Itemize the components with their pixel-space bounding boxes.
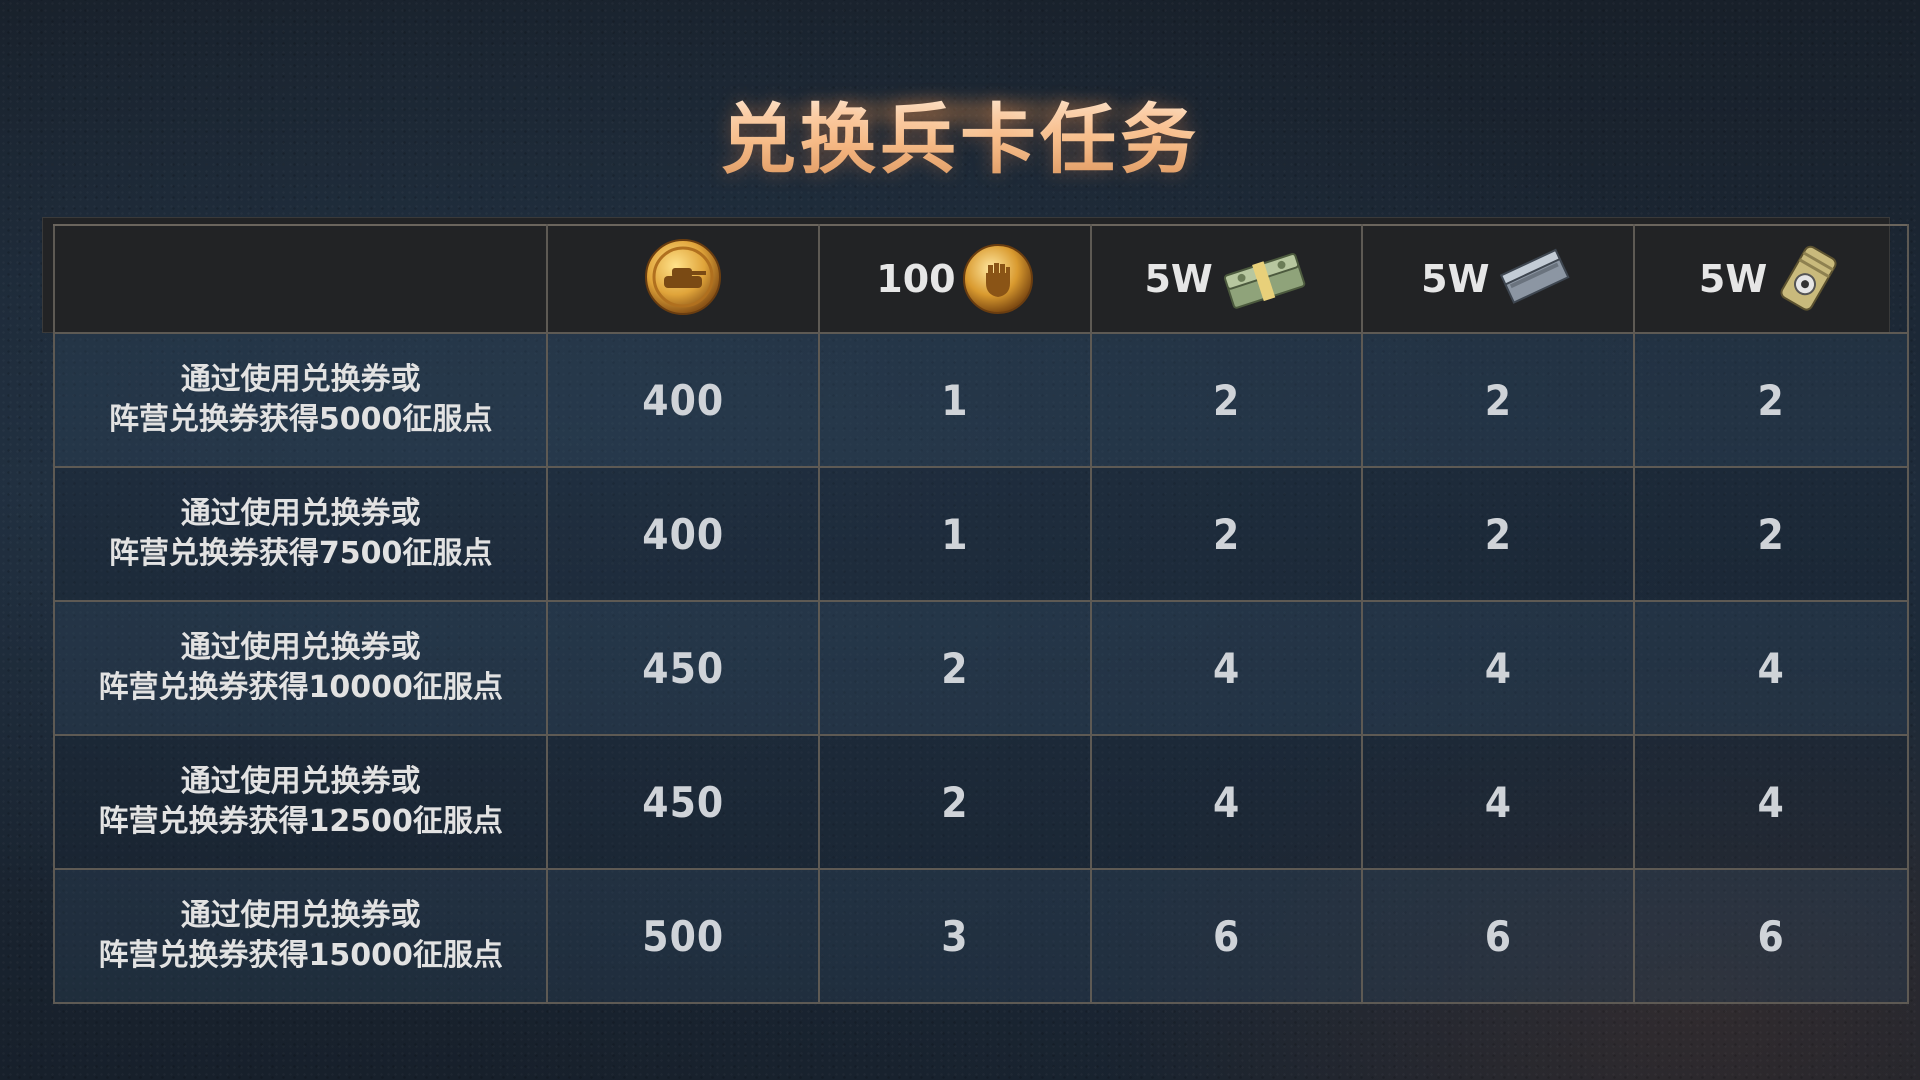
header-cell-fuel: 5W (1633, 224, 1909, 334)
page-title: 兑换兵卡任务 (0, 78, 1920, 188)
tank-coin-icon (644, 238, 722, 316)
fuel-value: 4 (1633, 600, 1909, 736)
task-description: 通过使用兑换券或阵营兑换券获得12500征服点 (52, 734, 549, 870)
task-line-1: 通过使用兑换券或 (180, 362, 421, 397)
table-header-row: 100 5W 5W 5W (52, 224, 1909, 334)
task-line-1: 通过使用兑换券或 (180, 496, 421, 531)
cash-stack-icon (1219, 244, 1309, 314)
cash-value: 4 (1089, 734, 1364, 870)
task-line-1: 通过使用兑换券或 (180, 630, 421, 665)
task-description: 通过使用兑换券或阵营兑换券获得7500征服点 (52, 466, 549, 602)
task-line-1: 通过使用兑换券或 (180, 898, 421, 933)
reward-grid: 100 5W 5W 5W 通过使用兑换券或 阵营兑换券获得5000征服点 400… (52, 224, 1909, 1004)
tank-coin-value: 450 (546, 734, 821, 870)
task-line-1: 通过使用兑换券或 (180, 764, 421, 799)
fist-medal-value: 1 (818, 332, 1092, 468)
table-row: 通过使用兑换券或阵营兑换券获得10000征服点 450 2 4 4 4 (52, 600, 1909, 736)
table-row: 通过使用兑换券或阵营兑换券获得5000征服点 400 1 2 2 2 (52, 332, 1909, 468)
fist-medal-value: 3 (818, 868, 1092, 1004)
metal-value: 4 (1361, 600, 1636, 736)
metal-ingot-icon (1496, 243, 1576, 315)
header-cell-task (52, 224, 549, 334)
fuel-value: 2 (1633, 466, 1909, 602)
task-description: 通过使用兑换券或阵营兑换券获得10000征服点 (52, 600, 549, 736)
tank-coin-value: 450 (546, 600, 821, 736)
cash-value: 2 (1089, 466, 1364, 602)
header-cell-metal: 5W (1361, 224, 1636, 334)
cash-value: 6 (1089, 868, 1364, 1004)
task-line-2: 阵营兑换券获得15000征服点 (98, 938, 503, 973)
reward-table: 100 5W 5W 5W 通过使用兑换券或 阵营兑换券获得5000征服点 400… (42, 217, 1909, 1004)
header-cell-cash: 5W (1089, 224, 1364, 334)
fuel-value: 2 (1633, 332, 1909, 468)
table-row: 通过使用兑换券或阵营兑换券获得15000征服点 500 3 6 6 6 (52, 868, 1909, 1004)
fist-medal-icon (962, 243, 1034, 315)
fist-medal-value: 2 (818, 600, 1092, 736)
fuel-amount: 5W (1698, 257, 1768, 301)
metal-value: 2 (1361, 332, 1636, 468)
metal-value: 6 (1361, 868, 1636, 1004)
cash-amount: 5W (1144, 257, 1213, 301)
fuel-can-icon (1773, 239, 1843, 319)
cash-value: 2 (1089, 332, 1364, 468)
fuel-value: 6 (1633, 868, 1909, 1004)
page-background: 兑换兵卡任务 100 5W 5W 5W 通过使用兑换券或 阵营兑换券获得5000… (0, 0, 1920, 1080)
header-cell-fist: 100 (818, 224, 1092, 334)
tank-coin-value: 500 (546, 868, 821, 1004)
task-line-2: 阵营兑换券获得5000征服点 (108, 402, 493, 437)
task-line-2: 阵营兑换券获得10000征服点 (98, 670, 503, 705)
task-description: 通过使用兑换券或阵营兑换券获得5000征服点 (52, 332, 549, 468)
task-description: 通过使用兑换券或阵营兑换券获得15000征服点 (52, 868, 549, 1004)
table-row: 通过使用兑换券或阵营兑换券获得12500征服点 450 2 4 4 4 (52, 734, 1909, 870)
metal-value: 2 (1361, 466, 1636, 602)
task-line-2: 阵营兑换券获得7500征服点 (108, 536, 493, 571)
metal-value: 4 (1361, 734, 1636, 870)
fuel-value: 4 (1633, 734, 1909, 870)
fist-medal-value: 2 (818, 734, 1092, 870)
metal-amount: 5W (1421, 257, 1490, 301)
tank-coin-value: 400 (546, 466, 821, 602)
fist-amount: 100 (876, 257, 956, 301)
cash-value: 4 (1089, 600, 1364, 736)
header-cell-tank (546, 224, 821, 334)
tank-coin-value: 400 (546, 332, 821, 468)
fist-medal-value: 1 (818, 466, 1092, 602)
table-row: 通过使用兑换券或阵营兑换券获得7500征服点 400 1 2 2 2 (52, 466, 1909, 602)
task-line-2: 阵营兑换券获得12500征服点 (98, 804, 503, 839)
